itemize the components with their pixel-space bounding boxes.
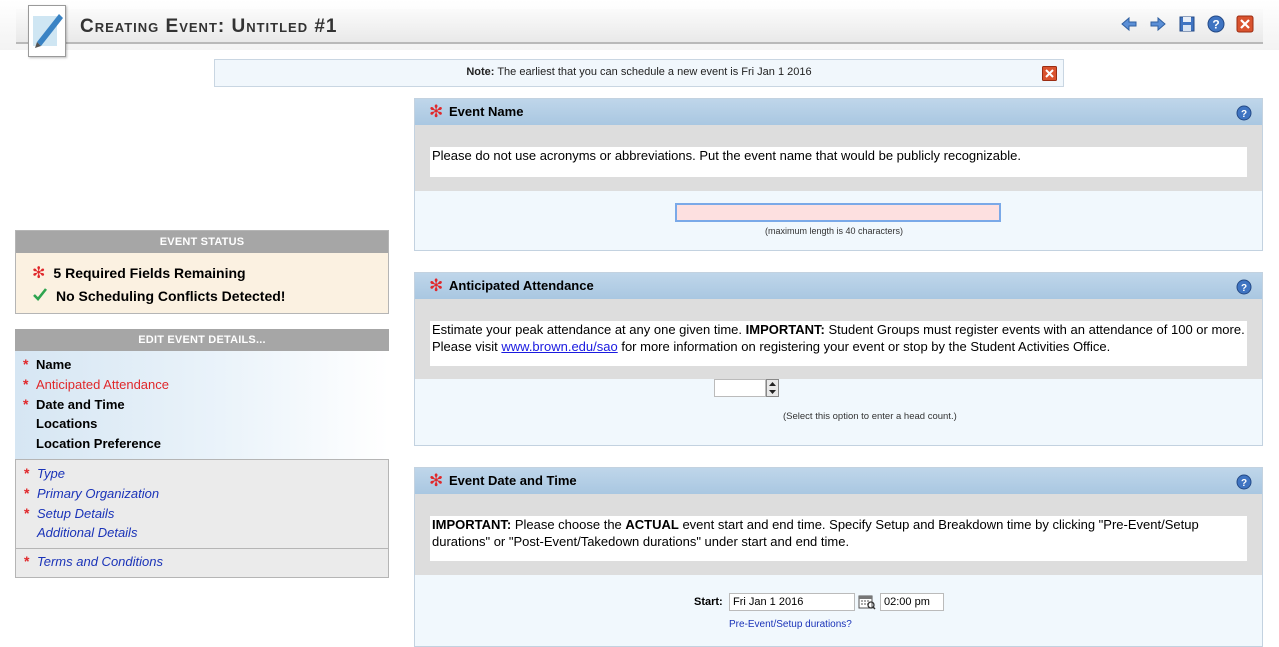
attendance-desc-intro: Estimate your peak attendance at any one… (432, 322, 746, 337)
checkmark-icon (32, 286, 48, 305)
section-description: Estimate your peak attendance at any one… (415, 299, 1262, 379)
required-star-icon: ✻ (429, 276, 444, 295)
section-header: ✻ Event Date and Time ? (415, 468, 1262, 494)
attendance-desc-end: for more information on registering your… (617, 339, 1111, 354)
required-star-icon: * (23, 356, 29, 372)
save-icon[interactable] (1177, 14, 1197, 34)
close-icon[interactable] (1235, 14, 1255, 34)
terms-group: * Terms and Conditions (15, 549, 389, 578)
required-fields-text: 5 Required Fields Remaining (53, 265, 246, 281)
nav-item-terms-and-conditions[interactable]: * Terms and Conditions (24, 553, 163, 569)
required-star-icon: * (23, 396, 29, 412)
nav-item-name[interactable]: * Name (23, 356, 71, 372)
required-star-icon: * (24, 505, 30, 521)
event-name-input[interactable] (675, 203, 1001, 222)
section-header: ✻ Event Name ? (415, 99, 1262, 125)
core-details-group: * Name * Anticipated Attendance * Date a… (15, 351, 389, 459)
nav-item-location-preference[interactable]: Location Preference (36, 436, 161, 451)
description-text: IMPORTANT: Please choose the ACTUAL even… (430, 516, 1247, 561)
required-star-icon: ✻ (429, 471, 444, 490)
note-label: Note: (466, 66, 495, 78)
nav-item-anticipated-attendance[interactable]: * Anticipated Attendance (23, 376, 169, 392)
important-label: IMPORTANT: (432, 517, 512, 532)
required-star-icon: ✻ (32, 265, 46, 282)
svg-text:?: ? (1241, 109, 1247, 120)
required-star-icon: * (23, 376, 29, 392)
nav-item-label: Primary Organization (37, 485, 160, 501)
edit-event-details-panel: Edit Event Details... * Name * Anticipat… (15, 329, 389, 578)
head-count-hint: (Select this option to enter a head coun… (783, 411, 957, 422)
sao-link[interactable]: www.brown.edu/sao (501, 339, 617, 354)
date-desc-intro: Please choose the (511, 517, 626, 532)
date-time-section: ✻ Event Date and Time ? IMPORTANT: Pleas… (414, 467, 1263, 647)
required-fields-status: ✻ 5 Required Fields Remaining (32, 263, 246, 283)
nav-item-primary-organization[interactable]: * Primary Organization (24, 485, 159, 501)
header-bar: Creating Event: Untitled #1 ? (0, 0, 1279, 57)
nav-item-label: Name (36, 356, 72, 372)
conflicts-text: No Scheduling Conflicts Detected! (56, 287, 286, 304)
start-time-input[interactable]: 02:00 pm (880, 593, 944, 611)
required-star-icon: * (24, 553, 30, 569)
required-star-icon: * (24, 485, 30, 501)
max-length-hint: (maximum length is 40 characters) (765, 226, 904, 236)
nav-item-label: Setup Details (37, 505, 115, 521)
event-status-panel: Event Status ✻ 5 Required Fields Remaini… (15, 230, 389, 314)
page-title: Creating Event: Untitled #1 (80, 16, 338, 37)
event-status-heading: Event Status (16, 231, 388, 253)
svg-text:?: ? (1241, 283, 1247, 294)
start-label: Start: (694, 596, 723, 608)
nav-item-label: Location Preference (36, 436, 161, 451)
nav-item-type[interactable]: * Type (24, 465, 65, 481)
note-text: The earliest that you can schedule a new… (497, 66, 812, 78)
section-description: Please do not use acronyms or abbreviati… (415, 125, 1262, 191)
help-icon[interactable]: ? (1236, 278, 1252, 295)
required-star-icon: ✻ (429, 102, 444, 121)
nav-item-label: Type (37, 465, 65, 481)
conflicts-status: No Scheduling Conflicts Detected! (32, 286, 285, 305)
note-banner: Note: The earliest that you can schedule… (214, 59, 1064, 87)
additional-details-group: * Type * Primary Organization * Setup De… (15, 459, 389, 549)
section-description: IMPORTANT: Please choose the ACTUAL even… (415, 494, 1262, 575)
nav-item-setup-details[interactable]: * Setup Details (24, 505, 114, 521)
help-icon[interactable]: ? (1206, 14, 1226, 34)
description-text: Estimate your peak attendance at any one… (430, 321, 1247, 366)
help-icon[interactable]: ? (1236, 104, 1252, 121)
nav-item-label: Terms and Conditions (37, 553, 163, 569)
event-name-section: ✻ Event Name ? Please do not use acronym… (414, 98, 1263, 251)
nav-item-label: Locations (36, 416, 98, 431)
header-divider (16, 42, 1263, 44)
section-title: Anticipated Attendance (449, 278, 594, 293)
start-date-input[interactable]: Fri Jan 1 2016 (729, 593, 855, 611)
nav-item-additional-details[interactable]: Additional Details (37, 525, 137, 540)
required-star-icon: * (24, 465, 30, 481)
nav-item-locations[interactable]: Locations (36, 416, 97, 431)
forward-arrow-icon[interactable] (1148, 14, 1168, 34)
important-label: IMPORTANT: (745, 322, 825, 337)
svg-text:?: ? (1241, 478, 1247, 489)
attendance-input[interactable] (714, 379, 766, 397)
section-title: Event Date and Time (449, 473, 577, 488)
back-arrow-icon[interactable] (1119, 14, 1139, 34)
nav-item-date-and-time[interactable]: * Date and Time (23, 396, 125, 412)
svg-text:?: ? (1212, 18, 1219, 32)
help-icon[interactable]: ? (1236, 473, 1252, 490)
calendar-icon[interactable] (858, 594, 876, 610)
nav-item-label: Date and Time (36, 396, 125, 412)
description-text: Please do not use acronyms or abbreviati… (430, 147, 1247, 177)
section-header: ✻ Anticipated Attendance ? (415, 273, 1262, 299)
pre-event-durations-link[interactable]: Pre-Event/Setup durations? (729, 619, 852, 630)
nav-item-label: Additional Details (37, 525, 138, 540)
dismiss-note-icon[interactable] (1042, 66, 1057, 81)
section-title: Event Name (449, 104, 524, 119)
attendance-spinner[interactable] (766, 379, 779, 397)
attendance-section: ✻ Anticipated Attendance ? Estimate your… (414, 272, 1263, 446)
nav-item-label: Anticipated Attendance (36, 376, 169, 392)
edit-details-heading: Edit Event Details... (15, 329, 389, 351)
actual-emphasis: ACTUAL (625, 517, 679, 532)
edit-document-icon (28, 5, 66, 57)
